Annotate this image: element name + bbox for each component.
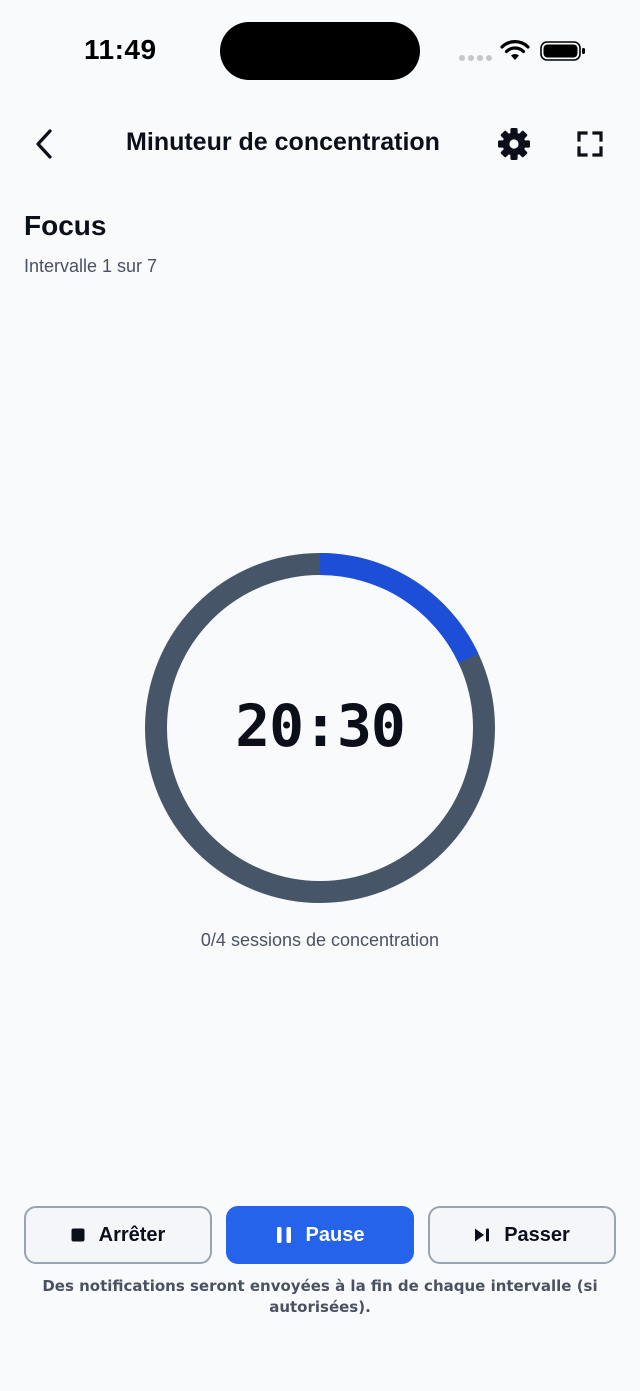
pause-button[interactable]: Pause bbox=[226, 1206, 414, 1264]
stop-button[interactable]: Arrêter bbox=[24, 1206, 212, 1264]
skip-forward-icon bbox=[474, 1227, 490, 1243]
stop-icon bbox=[71, 1228, 85, 1242]
chevron-left-icon bbox=[36, 129, 52, 159]
wifi-icon bbox=[500, 40, 530, 60]
notification-note: Des notifications seront envoyées à la f… bbox=[42, 1277, 598, 1316]
skip-button[interactable]: Passer bbox=[428, 1206, 616, 1264]
battery-icon bbox=[540, 41, 585, 61]
back-button[interactable] bbox=[22, 122, 66, 166]
skip-button-label: Passer bbox=[504, 1223, 570, 1246]
settings-button[interactable] bbox=[492, 122, 536, 166]
app-header: Minuteur de concentration bbox=[0, 108, 640, 180]
phase-title: Focus bbox=[24, 210, 107, 241]
status-time: 11:49 bbox=[84, 34, 157, 65]
stop-button-label: Arrêter bbox=[98, 1223, 166, 1246]
status-bar: 11:49 bbox=[0, 0, 640, 100]
page-title: Minuteur de concentration bbox=[126, 128, 440, 156]
gear-icon bbox=[498, 128, 530, 160]
dynamic-island bbox=[220, 22, 420, 80]
sessions-counter: 0/4 sessions de concentration bbox=[200, 930, 440, 950]
pause-icon bbox=[276, 1226, 292, 1244]
pause-button-label: Pause bbox=[305, 1223, 365, 1246]
fullscreen-button[interactable] bbox=[568, 122, 612, 166]
timer-display: 20:30 bbox=[235, 692, 406, 760]
interval-counter: Intervalle 1 sur 7 bbox=[24, 256, 158, 276]
fullscreen-icon bbox=[577, 131, 603, 157]
timer-controls: Arrêter Pause Passer bbox=[24, 1206, 616, 1266]
cellular-signal-icon bbox=[459, 55, 492, 61]
